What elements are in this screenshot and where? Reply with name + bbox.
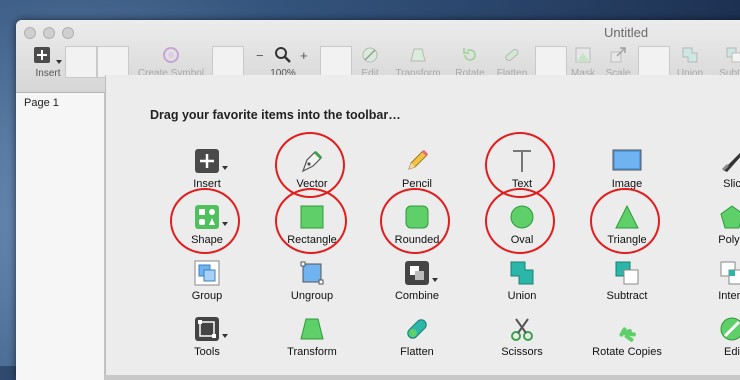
edit-icon [720,317,740,341]
plus-icon [34,47,50,63]
toolbar-empty-slot[interactable] [535,46,567,78]
flatten-icon [505,48,519,62]
palette-group-label: Group [191,290,223,302]
zoom-in-button[interactable]: + [300,48,308,63]
group-icon [194,260,220,286]
edit-icon [362,47,378,63]
palette-flatten[interactable]: Flatten [367,316,467,358]
palette-combine-label: Combine [394,290,440,302]
palette-ungroup-label: Ungroup [290,290,334,302]
palette-rotate-copies[interactable]: Rotate Copies [577,316,677,358]
palette-subtract[interactable]: Subtract [577,260,677,302]
zoom-out-button[interactable]: − [256,48,264,63]
union-icon [682,47,698,63]
transform-icon [410,48,426,62]
palette-polygon[interactable]: Polyg [682,204,740,246]
palette-edit[interactable]: Edi [682,316,740,358]
polygon-icon [720,205,740,229]
palette-ungroup[interactable]: Ungroup [262,260,362,302]
transform-icon [300,318,324,340]
scissors-icon [511,318,533,341]
palette-tools[interactable]: Tools [157,316,257,358]
symbol-icon [163,47,179,63]
palette-scissors[interactable]: Scissors [472,316,572,358]
zoom-window-button[interactable] [62,27,74,39]
toolbar-empty-slot[interactable] [638,46,670,78]
palette-slice[interactable]: Slic [682,148,740,190]
palette-insert[interactable]: Insert [157,148,257,190]
palette-pencil[interactable]: Pencil [367,148,467,190]
image-icon [612,149,642,171]
scale-icon [610,47,626,63]
toolbar-empty-slot[interactable] [65,46,97,78]
palette-intersect-label: Inters [718,290,740,302]
palette-polygon-label: Polyg [718,234,740,246]
window-title: Untitled [604,25,649,40]
palette-flatten-label: Flatten [400,346,434,358]
close-window-button[interactable] [24,27,36,39]
palette-union-label: Union [507,290,537,302]
intersect-icon [720,261,740,285]
palette-group[interactable]: Group [157,260,257,302]
sheet-title: Drag your favorite items into the toolba… [150,108,401,122]
palette-transform-label: Transform [287,346,337,358]
palette-slice-label: Slic [723,178,740,190]
plus-icon [195,149,219,173]
palette-rotate-copies-label: Rotate Copies [592,346,662,358]
subtract-icon [615,261,639,285]
palette-transform[interactable]: Transform [262,316,362,358]
ungroup-icon [300,261,324,285]
page-list-item[interactable]: Page 1 [24,97,59,109]
palette-combine[interactable]: Combine [367,260,467,302]
highlight-circle-oval [485,188,555,254]
toolbar-empty-slot[interactable] [212,46,244,78]
highlight-circle-rectangle [275,188,347,254]
toolbar-empty-slot[interactable] [97,46,129,78]
chevron-down-icon [222,166,228,170]
palette-intersect[interactable]: Inters [682,260,740,302]
magnifier-icon [275,47,291,63]
union-icon [510,261,534,285]
subtract-icon [726,47,740,63]
highlight-circle-rounded [380,188,450,254]
toolbar-empty-slot[interactable] [320,46,352,78]
chevron-down-icon [56,60,62,64]
pages-sidebar: Page 1 [16,93,105,380]
mask-icon [575,47,591,63]
highlight-circle-shape [170,188,240,254]
combine-icon [405,261,429,285]
palette-union[interactable]: Union [472,260,572,302]
palette-scissors-label: Scissors [501,346,543,358]
rotate-icon [463,48,476,61]
highlight-circle-triangle [590,188,660,254]
chevron-down-icon [432,278,438,282]
minimize-window-button[interactable] [43,27,55,39]
palette-tools-label: Tools [194,346,220,358]
rotate-copies-icon [619,327,636,342]
tools-icon [195,317,219,341]
flatten-icon [407,319,427,339]
palette-edit-label: Edi [724,346,740,358]
pencil-icon [408,149,429,170]
palette-image[interactable]: Image [577,148,677,190]
knife-icon [721,153,740,172]
chevron-down-icon [222,334,228,338]
toolbar-insert-label: Insert [35,68,61,79]
palette-subtract-label: Subtract [606,290,648,302]
